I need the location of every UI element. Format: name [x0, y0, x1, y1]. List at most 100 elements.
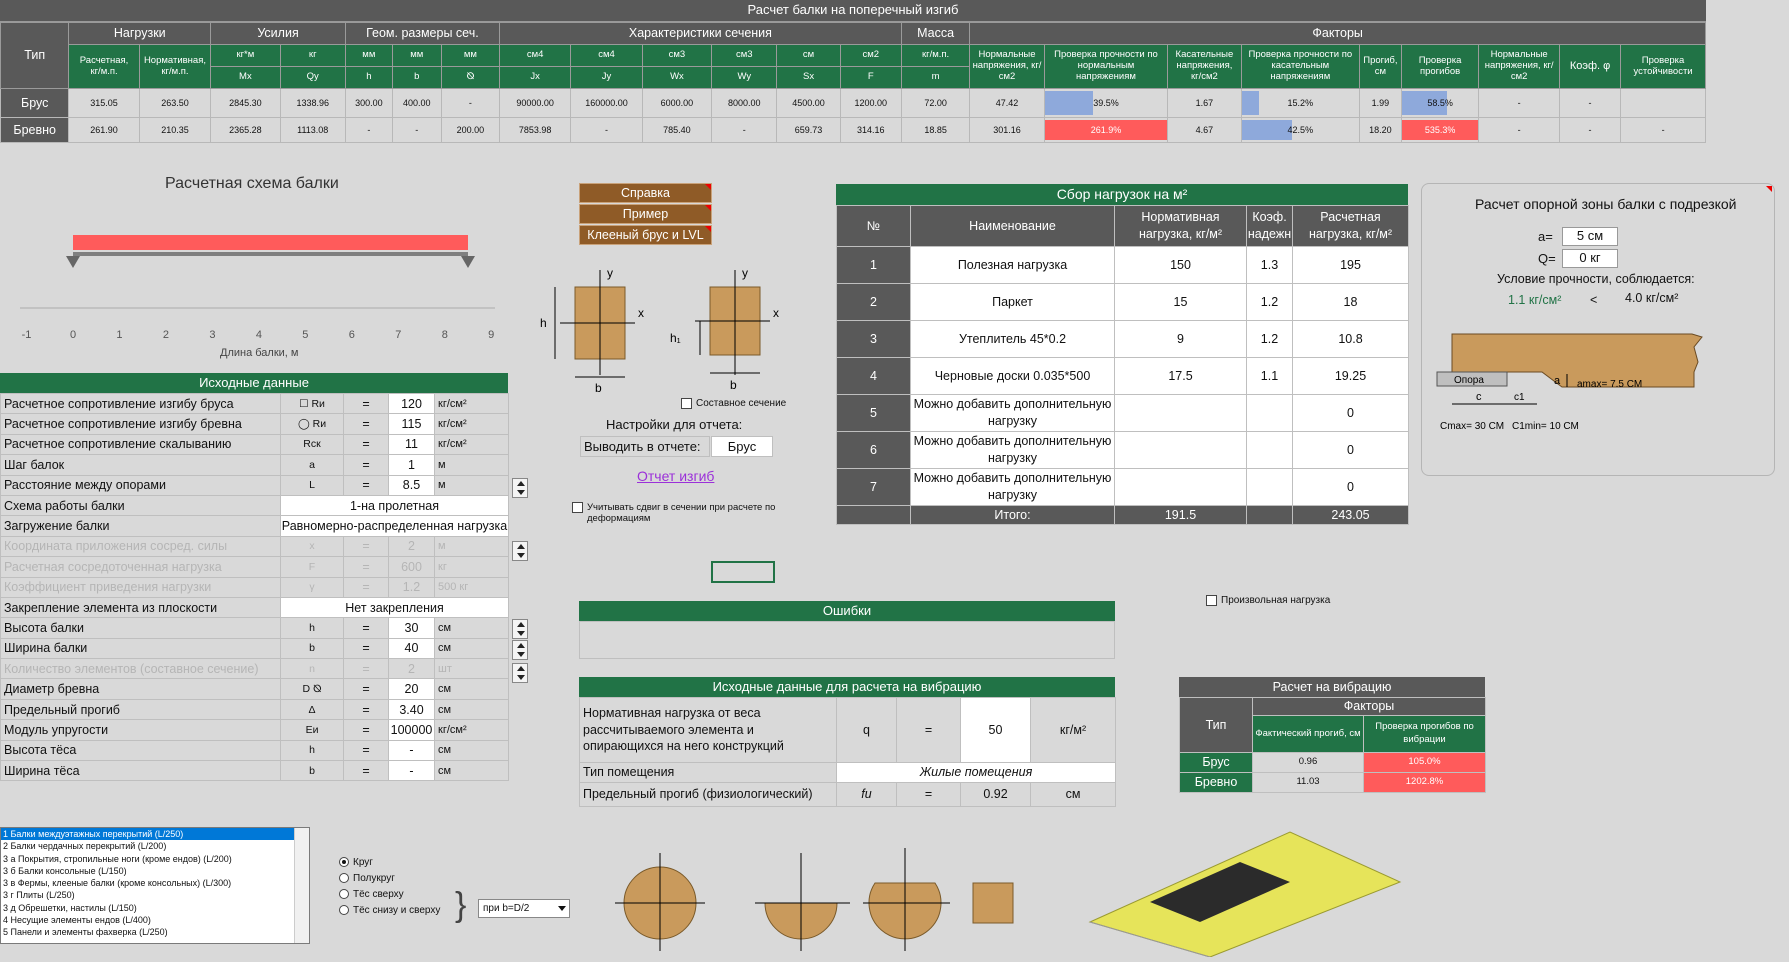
cell[interactable]: -	[1478, 117, 1560, 143]
cell[interactable]: -	[344, 117, 393, 143]
load-name[interactable]: Паркет	[910, 283, 1115, 321]
cell[interactable]: -	[711, 117, 778, 143]
input-select[interactable]: Нет закрепления	[280, 596, 509, 619]
listbox-scrollbar[interactable]	[294, 828, 309, 943]
load-coef[interactable]	[1246, 431, 1293, 469]
input-value[interactable]: 1.2	[388, 576, 435, 598]
height-spinner[interactable]	[512, 619, 528, 639]
input-value[interactable]: 11	[388, 433, 435, 456]
load-coef[interactable]: 1.1	[1246, 357, 1293, 395]
radio-option[interactable]: Тёс снизу и сверху	[339, 903, 440, 919]
support-a-input[interactable]: 5 см	[1562, 227, 1618, 246]
cell[interactable]: 263.50	[138, 88, 212, 118]
room-type-select[interactable]: Жилые помещения	[836, 762, 1116, 783]
shear-check-cell[interactable]: 42.5%	[1240, 117, 1360, 143]
load-norm[interactable]	[1114, 468, 1247, 506]
list-item[interactable]: 3 а Покрытия, стропильные ноги (кроме ен…	[1, 853, 295, 865]
deflection-check-cell[interactable]: 535.3%	[1400, 117, 1480, 143]
support-q-input[interactable]: 0 кг	[1562, 249, 1618, 268]
input-value[interactable]: 3.40	[388, 698, 435, 721]
cell[interactable]: 1113.08	[279, 117, 346, 143]
load-coef[interactable]: 1.2	[1246, 283, 1293, 321]
cell[interactable]: 400.00	[391, 88, 442, 118]
load-name[interactable]: Можно добавить дополнительную нагрузку	[910, 394, 1115, 432]
cell[interactable]: 7853.98	[498, 117, 572, 143]
cell[interactable]: 314.16	[839, 117, 902, 143]
list-item[interactable]: 1 Балки междуэтажных перекрытий (L/250)	[1, 828, 295, 841]
cell[interactable]: 1.99	[1358, 88, 1402, 118]
strength-check-cell[interactable]: 39.5%	[1043, 88, 1169, 118]
radio-button[interactable]	[339, 905, 349, 916]
load-norm[interactable]: 9	[1114, 320, 1247, 358]
input-value[interactable]: 2	[388, 658, 435, 680]
shear-deformation-checkbox[interactable]: Учитывать сдвиг в сечении при расчете по…	[572, 502, 802, 525]
cell[interactable]: 659.73	[776, 117, 841, 143]
radio-button[interactable]	[339, 889, 349, 900]
cell[interactable]: 8000.00	[711, 88, 778, 118]
input-value[interactable]: 40	[388, 637, 435, 660]
load-coef[interactable]	[1246, 394, 1293, 432]
cell[interactable]: -	[1478, 88, 1560, 118]
checkbox-box[interactable]	[1206, 595, 1217, 606]
list-item[interactable]: 3 б Балки консольные (L/150)	[1, 865, 295, 877]
force-coord-spinner[interactable]	[512, 541, 528, 561]
load-norm[interactable]: 150	[1114, 246, 1247, 284]
example-button[interactable]: Пример	[579, 204, 712, 224]
load-name[interactable]: Можно добавить дополнительную нагрузку	[910, 468, 1115, 506]
vib-q-input[interactable]: 50	[960, 697, 1031, 763]
report-output-select[interactable]: Брус	[711, 436, 773, 457]
cell[interactable]: 785.40	[641, 117, 713, 143]
input-value[interactable]: 115	[388, 413, 435, 435]
report-link[interactable]: Отчет изгиб	[637, 468, 714, 484]
count-spinner[interactable]	[512, 663, 528, 683]
input-value[interactable]: 8.5	[388, 474, 435, 496]
list-item[interactable]: 5 Панели и элементы фахверка (L/250)	[1, 926, 295, 938]
shear-check-cell[interactable]: 15.2%	[1240, 88, 1360, 118]
load-coef[interactable]	[1246, 468, 1293, 506]
cell[interactable]: 1.67	[1167, 88, 1242, 118]
input-select[interactable]: 1-на пролетная	[280, 494, 509, 517]
cell[interactable]: 1200.00	[839, 88, 902, 118]
cell[interactable]: -	[1620, 117, 1706, 143]
radio-option[interactable]: Тёс сверху	[339, 887, 440, 903]
composite-section-checkbox[interactable]: Составное сечение	[681, 398, 786, 409]
cell[interactable]: 2845.30	[210, 88, 281, 118]
load-name[interactable]: Черновые доски 0.035*500	[910, 357, 1115, 395]
radio-option[interactable]: Круг	[339, 855, 440, 871]
glulam-button[interactable]: Клееный брус и LVL	[579, 225, 712, 245]
input-value[interactable]: 20	[388, 678, 435, 700]
input-value[interactable]: 1	[388, 454, 435, 476]
load-coef[interactable]: 1.2	[1246, 320, 1293, 358]
input-value[interactable]: -	[388, 760, 435, 782]
cell[interactable]: -	[570, 117, 643, 143]
checkbox-box[interactable]	[572, 502, 583, 513]
load-coef[interactable]: 1.3	[1246, 246, 1293, 284]
list-item[interactable]: 3 д Обрешетки, настилы (L/150)	[1, 902, 295, 914]
cell[interactable]	[1620, 88, 1706, 118]
cell[interactable]: 2365.28	[210, 117, 281, 143]
cell[interactable]: 4500.00	[776, 88, 841, 118]
span-spinner[interactable]	[512, 478, 528, 498]
cell[interactable]: 72.00	[900, 88, 971, 118]
cell[interactable]: -	[391, 117, 442, 143]
checkbox-box[interactable]	[681, 398, 692, 409]
cell[interactable]: -	[1558, 117, 1622, 143]
cell[interactable]: 301.16	[969, 117, 1045, 143]
input-value[interactable]: -	[388, 739, 435, 762]
cell[interactable]: 47.42	[969, 88, 1045, 118]
load-name[interactable]: Полезная нагрузка	[910, 246, 1115, 284]
cell[interactable]: -	[1558, 88, 1622, 118]
list-item[interactable]: 3 в Фермы, клееные балки (кроме консольн…	[1, 877, 295, 889]
cell[interactable]: 90000.00	[498, 88, 572, 118]
input-value[interactable]: 2	[388, 535, 435, 558]
cell[interactable]: 1338.96	[279, 88, 346, 118]
load-norm[interactable]: 17.5	[1114, 357, 1247, 395]
radio-button[interactable]	[339, 873, 349, 884]
cell[interactable]: 315.05	[68, 88, 140, 118]
help-button[interactable]: Справка	[579, 183, 712, 203]
load-name[interactable]: Можно добавить дополнительную нагрузку	[910, 431, 1115, 469]
cell[interactable]: 200.00	[440, 117, 500, 143]
cell[interactable]: 210.35	[138, 117, 212, 143]
list-item[interactable]: 4 Несущие элементы ендов (L/400)	[1, 914, 295, 926]
width-spinner[interactable]	[512, 640, 528, 660]
